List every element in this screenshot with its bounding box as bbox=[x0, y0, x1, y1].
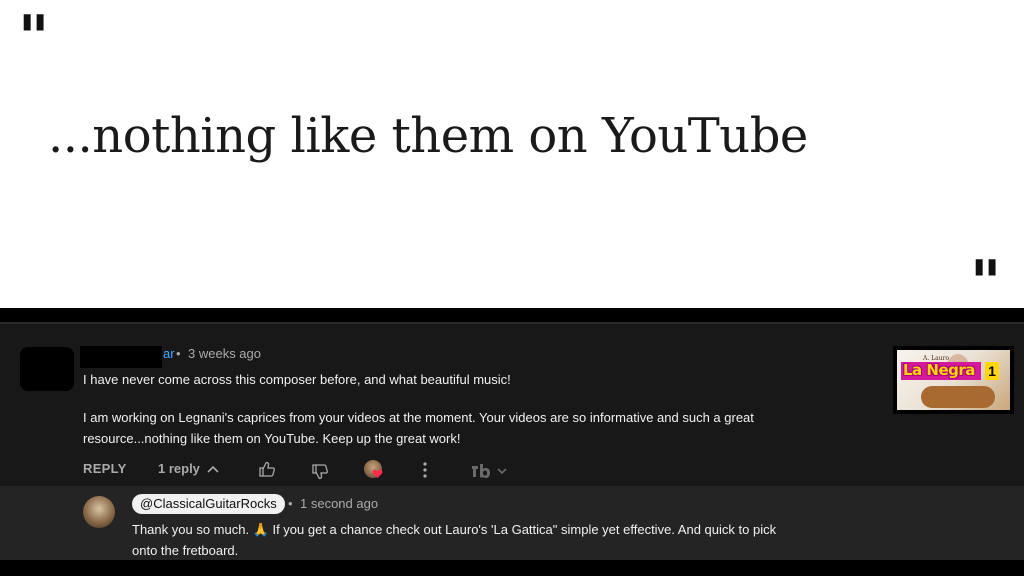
guitar-shape bbox=[921, 386, 995, 408]
thumbnail-image: A. Lauro La Negra 1 bbox=[897, 350, 1010, 410]
comment-text-line-1: I have never come across this composer b… bbox=[83, 372, 511, 387]
thumbnail-number: 1 bbox=[985, 362, 999, 380]
video-thumbnail[interactable]: A. Lauro La Negra 1 bbox=[893, 346, 1014, 414]
panel-top-border bbox=[0, 322, 1024, 324]
commenter-avatar-redacted[interactable] bbox=[20, 347, 74, 391]
reply-avatar[interactable] bbox=[83, 496, 115, 528]
quote-banner: " ...nothing like them on YouTube " bbox=[0, 0, 1024, 313]
creator-heart-icon[interactable] bbox=[364, 460, 383, 478]
reply-button[interactable]: REPLY bbox=[83, 461, 127, 476]
commenter-name-fragment[interactable]: ar bbox=[163, 346, 175, 362]
bottom-bar bbox=[0, 560, 1024, 576]
divider-bar bbox=[0, 308, 1024, 322]
reply-text-line-2: onto the fretboard. bbox=[132, 543, 239, 558]
quote-text: ...nothing like them on YouTube bbox=[48, 108, 808, 164]
separator-dot: • bbox=[288, 496, 293, 511]
close-quote-mark: " bbox=[970, 248, 1002, 318]
thumbnail-title: La Negra bbox=[903, 361, 975, 379]
more-vert-icon[interactable] bbox=[422, 461, 428, 479]
commenter-name-redacted[interactable] bbox=[80, 346, 162, 368]
view-replies-button[interactable]: 1 reply bbox=[158, 461, 200, 476]
thumbs-down-icon[interactable] bbox=[311, 463, 329, 480]
open-quote-mark: " bbox=[18, 3, 50, 73]
comment-timestamp[interactable]: 3 weeks ago bbox=[188, 346, 261, 362]
comment-text-line-3: resource...nothing like them on YouTube.… bbox=[83, 431, 461, 446]
chevron-down-icon[interactable] bbox=[496, 466, 508, 476]
reply-timestamp[interactable]: 1 second ago bbox=[300, 496, 378, 512]
separator-dot: • bbox=[176, 346, 181, 361]
reply-handle[interactable]: @ClassicalGuitarRocks bbox=[132, 494, 285, 514]
thumbs-up-icon[interactable] bbox=[258, 461, 276, 478]
heart-icon bbox=[372, 469, 383, 478]
chevron-up-icon[interactable] bbox=[206, 463, 220, 475]
comment-text-line-2: I am working on Legnani's caprices from … bbox=[83, 410, 754, 425]
comment-panel: ar • 3 weeks ago I have never come acros… bbox=[0, 322, 1024, 576]
reply-text-line-1: Thank you so much. 🙏 If you get a chance… bbox=[132, 522, 777, 537]
tubebuddy-icon[interactable] bbox=[471, 463, 493, 479]
